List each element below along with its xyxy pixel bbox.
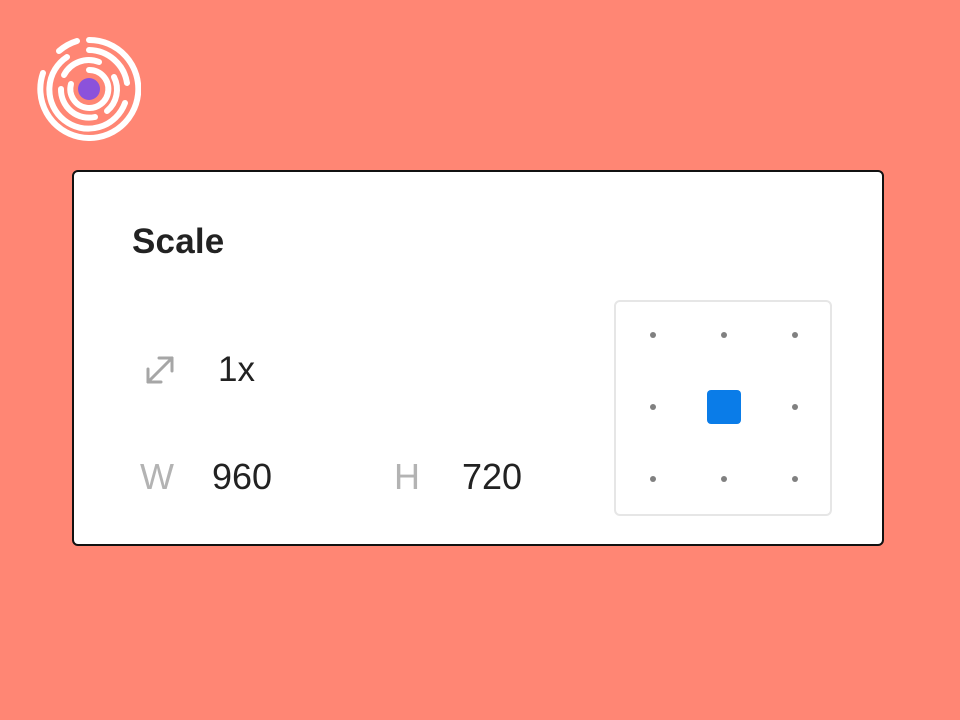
anchor-dot-icon — [650, 476, 656, 482]
anchor-top-right[interactable] — [775, 315, 815, 355]
anchor-dot-icon — [650, 332, 656, 338]
height-label: H — [394, 456, 420, 497]
anchor-dot-icon — [721, 476, 727, 482]
scale-panel: Scale 1x W 960 H 720 — [72, 170, 884, 546]
anchor-dot-icon — [792, 404, 798, 410]
scale-value[interactable]: 1x — [218, 350, 255, 390]
width-field[interactable]: 960 — [212, 456, 272, 498]
anchor-bottom-right[interactable] — [775, 459, 815, 499]
resize-diagonal-icon — [146, 356, 174, 384]
anchor-left[interactable] — [633, 387, 673, 427]
anchor-dot-icon — [792, 476, 798, 482]
anchor-top[interactable] — [704, 315, 744, 355]
anchor-dot-icon — [792, 332, 798, 338]
anchor-bottom-left[interactable] — [633, 459, 673, 499]
maze-logo-icon — [37, 37, 141, 141]
anchor-dot-icon — [721, 332, 727, 338]
panel-title: Scale — [132, 222, 225, 261]
anchor-right[interactable] — [775, 387, 815, 427]
anchor-top-left[interactable] — [633, 315, 673, 355]
anchor-center[interactable] — [704, 387, 744, 427]
height-field[interactable]: 720 — [462, 456, 522, 498]
anchor-selected-indicator — [707, 390, 741, 424]
anchor-grid — [614, 300, 832, 516]
anchor-dot-icon — [650, 404, 656, 410]
anchor-bottom[interactable] — [704, 459, 744, 499]
width-label: W — [140, 456, 174, 497]
